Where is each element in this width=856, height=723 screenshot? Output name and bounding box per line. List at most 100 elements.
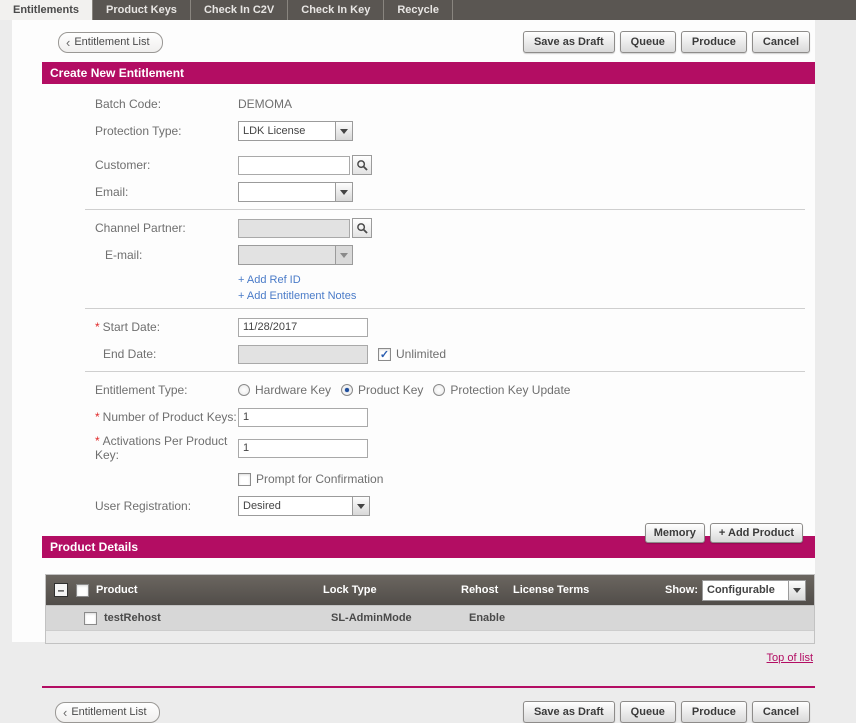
produce-button[interactable]: Produce	[681, 31, 747, 53]
queue-button-bottom[interactable]: Queue	[620, 701, 676, 723]
search-icon	[356, 159, 369, 172]
table-row[interactable]: testRehost SL-AdminMode Enable	[46, 605, 814, 630]
required-asterisk: *	[95, 320, 100, 334]
entitlement-list-back-label: Entitlement List	[74, 36, 149, 48]
add-entitlement-notes-link[interactable]: + Add Entitlement Notes	[238, 290, 356, 302]
dropdown-arrow-icon	[335, 246, 352, 264]
check-icon: ✓	[380, 348, 389, 361]
required-asterisk: *	[95, 410, 100, 424]
protection-type-row: Protection Type: LDK License	[95, 121, 815, 141]
required-asterisk: *	[95, 434, 100, 448]
user-registration-value: Desired	[239, 497, 352, 515]
prompt-for-confirmation-checkbox[interactable]	[238, 473, 251, 486]
entitlement-form: Batch Code: DEMOMA Protection Type: LDK …	[12, 84, 815, 516]
start-date-input[interactable]: 11/28/2017	[238, 318, 368, 337]
column-header-license-terms: License Terms	[513, 584, 665, 596]
number-of-product-keys-row: *Number of Product Keys: 1	[95, 407, 815, 427]
entitlement-list-back-button[interactable]: ‹ Entitlement List	[58, 32, 163, 53]
dropdown-arrow-icon[interactable]	[335, 183, 352, 201]
save-as-draft-button-bottom[interactable]: Save as Draft	[523, 701, 615, 723]
entitlement-type-row: Entitlement Type: Hardware Key Product K…	[95, 380, 815, 400]
customer-row: Customer:	[95, 155, 815, 175]
radio-hardware-key-label: Hardware Key	[255, 383, 331, 397]
channel-email-value	[239, 246, 335, 264]
top-of-list-link[interactable]: Top of list	[767, 652, 813, 664]
add-product-button[interactable]: + Add Product	[710, 523, 803, 543]
cell-rehost: Enable	[469, 612, 521, 624]
activations-per-product-key-input[interactable]: 1	[238, 439, 368, 458]
save-as-draft-button[interactable]: Save as Draft	[523, 31, 615, 53]
section-title: Create New Entitlement	[50, 66, 184, 80]
channel-email-label: E-mail:	[105, 248, 238, 262]
cell-lock-type: SL-AdminMode	[331, 612, 469, 624]
protection-type-value: LDK License	[239, 122, 335, 140]
dropdown-arrow-icon[interactable]	[788, 581, 805, 600]
protection-type-select[interactable]: LDK License	[238, 121, 353, 141]
user-registration-label: User Registration:	[95, 499, 238, 513]
show-filter-group: Show: Configurable	[665, 580, 806, 601]
unlimited-checkbox[interactable]: ✓	[378, 348, 391, 361]
form-links: + Add Ref ID + Add Entitlement Notes	[95, 272, 815, 304]
dropdown-arrow-icon[interactable]	[335, 122, 352, 140]
channel-partner-row: Channel Partner:	[95, 218, 815, 238]
batch-code-label: Batch Code:	[95, 97, 238, 111]
bottom-toolbar: ‹ Entitlement List Save as Draft Queue P…	[12, 688, 815, 723]
tab-check-in-key[interactable]: Check In Key	[288, 0, 384, 20]
section-divider	[85, 209, 805, 210]
radio-protection-key-update-label: Protection Key Update	[450, 383, 570, 397]
cancel-button[interactable]: Cancel	[752, 31, 810, 53]
radio-product-key-label: Product Key	[358, 383, 423, 397]
entitlement-type-label: Entitlement Type:	[95, 383, 238, 397]
tab-product-keys[interactable]: Product Keys	[93, 0, 191, 20]
channel-partner-search-button[interactable]	[352, 218, 372, 238]
collapse-minus-icon[interactable]: –	[54, 583, 68, 597]
chevron-left-icon: ‹	[63, 706, 67, 719]
product-details-buttons: Memory + Add Product	[12, 523, 815, 543]
radio-hardware-key[interactable]	[238, 384, 250, 396]
top-of-list-row: Top of list	[12, 644, 815, 664]
memory-button[interactable]: Memory	[645, 523, 705, 543]
end-date-label: End Date:	[95, 347, 238, 361]
tab-entitlements[interactable]: Entitlements	[0, 0, 93, 20]
tab-bar: Entitlements Product Keys Check In C2V C…	[0, 0, 856, 20]
email-select[interactable]	[238, 182, 353, 202]
prompt-for-confirmation-label: Prompt for Confirmation	[256, 472, 383, 486]
end-date-input	[238, 345, 368, 364]
user-registration-row: User Registration: Desired	[95, 496, 815, 516]
number-of-product-keys-input[interactable]: 1	[238, 408, 368, 427]
tab-recycle[interactable]: Recycle	[384, 0, 453, 20]
section-divider	[85, 371, 805, 372]
add-ref-id-link[interactable]: + Add Ref ID	[238, 274, 301, 286]
select-all-checkbox[interactable]	[76, 584, 89, 597]
activations-per-product-key-label: *Activations Per Product Key:	[95, 434, 238, 462]
entitlement-list-back-button-bottom[interactable]: ‹ Entitlement List	[55, 702, 160, 723]
user-registration-select[interactable]: Desired	[238, 496, 370, 516]
cancel-button-bottom[interactable]: Cancel	[752, 701, 810, 723]
table-footer-strip	[46, 630, 814, 643]
column-header-rehost: Rehost	[461, 584, 513, 596]
channel-email-row: E-mail:	[95, 245, 815, 265]
customer-input[interactable]	[238, 156, 350, 175]
show-value: Configurable	[703, 581, 788, 600]
dropdown-arrow-icon[interactable]	[352, 497, 369, 515]
section-divider	[85, 308, 805, 309]
protection-type-label: Protection Type:	[95, 124, 238, 138]
batch-code-value: DEMOMA	[238, 97, 292, 111]
tab-check-in-c2v[interactable]: Check In C2V	[191, 0, 288, 20]
radio-product-key[interactable]	[341, 384, 353, 396]
chevron-left-icon: ‹	[66, 36, 70, 49]
email-row: Email:	[95, 182, 815, 202]
customer-search-button[interactable]	[352, 155, 372, 175]
bottom-action-buttons: Save as Draft Queue Produce Cancel	[523, 701, 810, 723]
column-header-lock-type: Lock Type	[323, 584, 461, 596]
row-checkbox[interactable]	[84, 612, 97, 625]
email-value	[239, 183, 335, 201]
queue-button[interactable]: Queue	[620, 31, 676, 53]
product-table: – Product Lock Type Rehost License Terms…	[45, 574, 815, 644]
batch-code-row: Batch Code: DEMOMA	[95, 94, 815, 114]
produce-button-bottom[interactable]: Produce	[681, 701, 747, 723]
radio-protection-key-update[interactable]	[433, 384, 445, 396]
email-label: Email:	[95, 185, 238, 199]
show-label: Show:	[665, 584, 698, 596]
show-select[interactable]: Configurable	[702, 580, 806, 601]
